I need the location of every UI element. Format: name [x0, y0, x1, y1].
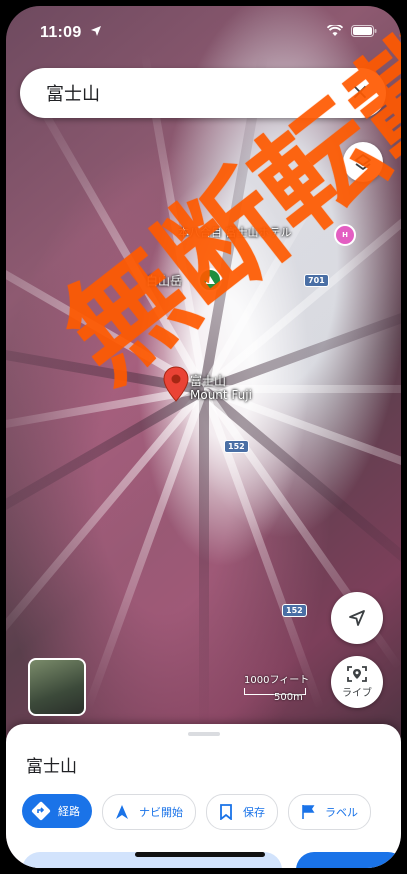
- start-navigation-label: ナビ開始: [139, 806, 183, 819]
- poi-peak-label[interactable]: 白山岳: [146, 272, 182, 289]
- road-shield: 701: [304, 274, 329, 287]
- street-view-thumbnail[interactable]: [28, 658, 86, 716]
- directions-icon: [30, 800, 52, 822]
- save-label: 保存: [243, 806, 265, 819]
- layers-icon: [355, 154, 371, 170]
- wifi-icon: [327, 25, 343, 36]
- main-place-subname: Mount Fuji: [190, 388, 252, 402]
- main-place-name: 富士山: [190, 374, 227, 388]
- directions-button[interactable]: 経路: [22, 794, 92, 828]
- search-bar[interactable]: 富士山 ×: [20, 68, 386, 118]
- live-view-icon: [347, 666, 367, 682]
- place-title: 富士山: [26, 757, 77, 777]
- save-button[interactable]: 保存: [206, 794, 278, 830]
- screen: 11:09 富士山 × 本八合目 富士山ホテル H 白山岳 701 152 15…: [6, 6, 401, 868]
- label-button[interactable]: ラベル: [288, 794, 371, 830]
- flag-icon: [297, 801, 319, 823]
- status-time: 11:09: [40, 24, 82, 41]
- navigation-start-icon: [111, 801, 133, 823]
- action-chips: 経路 ナビ開始 保存 ラベル: [22, 794, 371, 830]
- status-icons: [327, 25, 377, 37]
- live-view-label: ライブ: [342, 688, 372, 699]
- battery-icon: [351, 25, 377, 37]
- bookmark-icon: [215, 801, 237, 823]
- road-shield: 152: [282, 604, 307, 617]
- start-navigation-button[interactable]: ナビ開始: [102, 794, 196, 830]
- place-sheet[interactable]: 富士山 経路 ナビ開始 保存 ラベル: [6, 724, 401, 868]
- main-place-label[interactable]: 富士山 Mount Fuji: [190, 374, 252, 402]
- search-query[interactable]: 富士山: [46, 80, 100, 106]
- sheet-handle[interactable]: [188, 732, 220, 736]
- my-location-button[interactable]: [331, 592, 383, 644]
- status-bar: 11:09: [6, 6, 401, 50]
- scale-label-top: 1000フィート: [244, 675, 310, 686]
- location-arrow-icon: [91, 26, 101, 36]
- scale-label-bottom: 500m: [274, 692, 303, 703]
- road-shield: 152: [224, 440, 249, 453]
- hotel-icon[interactable]: H: [334, 224, 356, 246]
- home-indicator[interactable]: [135, 852, 265, 857]
- navigation-arrow-icon: [349, 610, 365, 626]
- poi-hotel-label[interactable]: 本八合目 富士山ホテル: [178, 224, 292, 240]
- directions-label: 経路: [58, 805, 80, 818]
- primary-action-button[interactable]: [296, 852, 401, 868]
- close-icon[interactable]: ×: [348, 81, 372, 105]
- location-pin-icon[interactable]: [163, 366, 189, 402]
- live-view-button[interactable]: ライブ: [331, 656, 383, 708]
- mountain-icon[interactable]: [198, 268, 222, 292]
- layers-button[interactable]: [343, 142, 383, 182]
- label-label: ラベル: [325, 806, 358, 819]
